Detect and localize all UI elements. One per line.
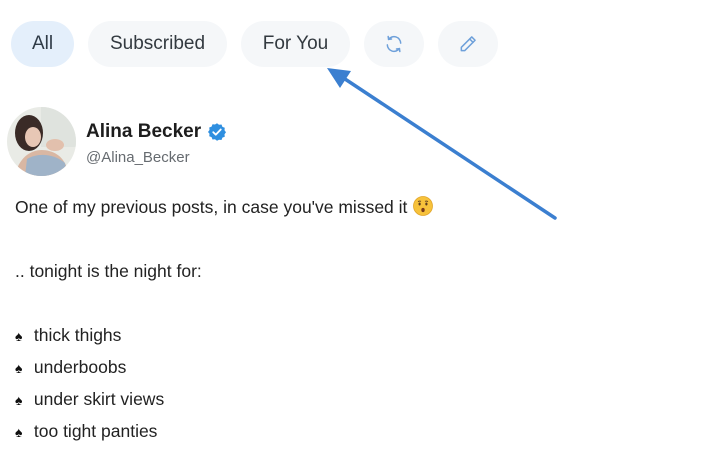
bullet-text: too tight panties (33, 421, 158, 441)
bullet-item: ♠ too tight panties (15, 415, 675, 447)
post-body: One of my previous posts, in case you've… (15, 191, 675, 447)
edit-button[interactable] (438, 21, 498, 67)
author-handle[interactable]: @Alina_Becker (86, 149, 190, 166)
bullet-item: ♠ under skirt views (15, 383, 675, 415)
spade-bullet: ♠ (15, 424, 23, 440)
author-name-row: Alina Becker (86, 121, 227, 143)
bullet-item: ♠ underboobs (15, 351, 675, 383)
verified-badge-icon (208, 123, 227, 141)
spade-bullet: ♠ (15, 360, 23, 376)
author-name[interactable]: Alina Becker (86, 121, 201, 143)
bullet-item: ♠ thick thighs (15, 319, 675, 351)
refresh-button[interactable] (364, 21, 424, 67)
post-text: One of my previous posts, in case you've… (15, 197, 408, 217)
spade-bullet: ♠ (15, 328, 23, 344)
tab-all[interactable]: All (11, 21, 74, 67)
pencil-icon (460, 36, 476, 52)
kissing-face-icon (413, 194, 434, 226)
feed-tabs: All Subscribed For You (11, 21, 498, 67)
avatar[interactable] (7, 107, 76, 176)
bullet-text: thick thighs (33, 325, 122, 345)
tab-subscribed[interactable]: Subscribed (88, 21, 227, 67)
post-line: .. tonight is the night for: (15, 261, 202, 281)
bullet-text: under skirt views (33, 389, 165, 409)
refresh-icon (386, 35, 402, 53)
post-line: One of my previous posts, in case you've… (15, 191, 675, 223)
tab-for-you[interactable]: For You (241, 21, 350, 67)
bullet-text: underboobs (33, 357, 127, 377)
spade-bullet: ♠ (15, 392, 23, 408)
